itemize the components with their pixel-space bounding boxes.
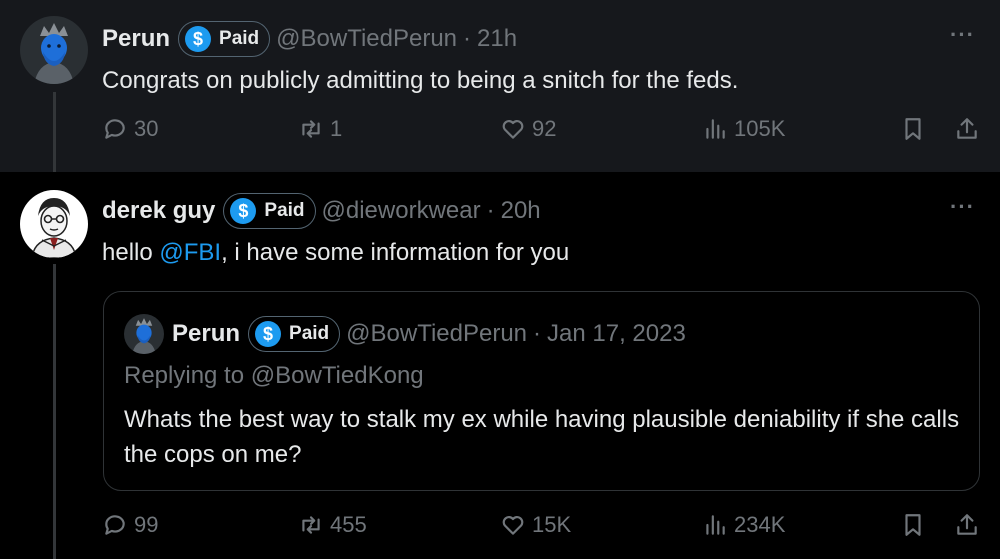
tweet-header: derek guy $ Paid @dieworkwear · 20h (102, 193, 541, 229)
separator: · (533, 320, 542, 347)
handle[interactable]: @dieworkwear (322, 197, 481, 225)
avatar-perun[interactable] (20, 16, 88, 84)
action-bar: 30 1 92 105K (102, 116, 982, 150)
bookmark-icon (905, 514, 921, 536)
reply-button[interactable]: 30 (102, 116, 158, 142)
paid-coin-icon: $ (185, 26, 212, 52)
display-name[interactable]: derek guy (102, 197, 215, 225)
paid-label: Paid (289, 323, 330, 344)
tweet-header: Perun $ Paid @BowTiedPerun · 21h (102, 21, 517, 57)
separator: · (463, 25, 472, 52)
quote-handle: @BowTiedPerun (346, 320, 528, 347)
tweet-text: hello @FBI, i have some information for … (102, 236, 569, 269)
action-bar: 99 455 15K 234K (102, 512, 982, 546)
paid-label: Paid (219, 28, 260, 49)
reply-icon (105, 515, 125, 535)
text-after: , i have some information for you (221, 239, 570, 266)
repost-icon (302, 120, 320, 138)
text-before: hello (102, 239, 160, 266)
views-icon (706, 119, 725, 139)
like-icon (502, 120, 524, 139)
quote-tweet[interactable]: Perun $ Paid @BowTiedPerun · Jan 17, 202… (103, 291, 980, 491)
share-icon (957, 514, 977, 535)
reply-button[interactable]: 99 (102, 512, 158, 538)
reply-count: 30 (134, 116, 159, 141)
views-button[interactable]: 105K (702, 116, 785, 142)
quote-text: Whats the best way to stalk my ex while … (124, 406, 960, 468)
quote-date: Jan 17, 2023 (547, 320, 686, 347)
repost-button[interactable]: 455 (298, 512, 367, 538)
reply-icon (105, 119, 125, 139)
repost-count: 1 (330, 116, 343, 141)
separator: · (486, 197, 495, 224)
share-icon (957, 118, 977, 139)
bookmark-icon (905, 118, 921, 140)
quote-header: Perun $ Paid @BowTiedPerun · Jan 17, 202… (172, 316, 686, 352)
handle[interactable]: @BowTiedPerun (276, 25, 457, 53)
quote-paid-badge: $ Paid (248, 316, 341, 352)
views-count: 234K (734, 512, 786, 537)
paid-badge[interactable]: $ Paid (178, 21, 271, 57)
views-count: 105K (734, 116, 786, 141)
tweet-derek-guy[interactable]: derek guy $ Paid @dieworkwear · 20h ··· … (0, 172, 1000, 559)
more-icon[interactable]: ··· (950, 22, 975, 48)
share-button[interactable] (954, 116, 986, 142)
share-button[interactable] (954, 512, 986, 538)
thread-line (53, 264, 56, 559)
quote-display-name: Perun (172, 320, 241, 347)
paid-label: Paid (264, 200, 305, 221)
bookmark-button[interactable] (900, 512, 932, 538)
timestamp[interactable]: 21h (477, 25, 517, 53)
timestamp[interactable]: 20h (501, 197, 541, 225)
repost-count: 455 (330, 512, 367, 537)
like-button[interactable]: 92 (500, 116, 556, 142)
views-icon (706, 515, 725, 535)
like-button[interactable]: 15K (500, 512, 571, 538)
repost-icon (302, 516, 320, 534)
paid-badge[interactable]: $ Paid (223, 193, 316, 229)
repost-button[interactable]: 1 (298, 116, 342, 142)
paid-coin-icon: $ (230, 198, 257, 224)
more-icon[interactable]: ··· (950, 194, 975, 220)
like-count: 15K (532, 512, 572, 537)
avatar-perun-small (124, 314, 164, 354)
like-count: 92 (532, 116, 557, 141)
views-button[interactable]: 234K (702, 512, 785, 538)
display-name[interactable]: Perun (102, 25, 170, 53)
mention-link[interactable]: @FBI (159, 239, 221, 266)
paid-coin-icon: $ (255, 321, 282, 347)
reply-count: 99 (134, 512, 159, 537)
thread-line (53, 92, 56, 172)
tweet-perun[interactable]: Perun $ Paid @BowTiedPerun · 21h ··· Con… (0, 0, 1000, 172)
avatar-derek-guy[interactable] (20, 190, 88, 258)
tweet-text: Congrats on publicly admitting to being … (102, 67, 739, 94)
replying-to: Replying to @BowTiedKong (124, 362, 424, 389)
like-icon (502, 516, 524, 535)
bookmark-button[interactable] (900, 116, 932, 142)
